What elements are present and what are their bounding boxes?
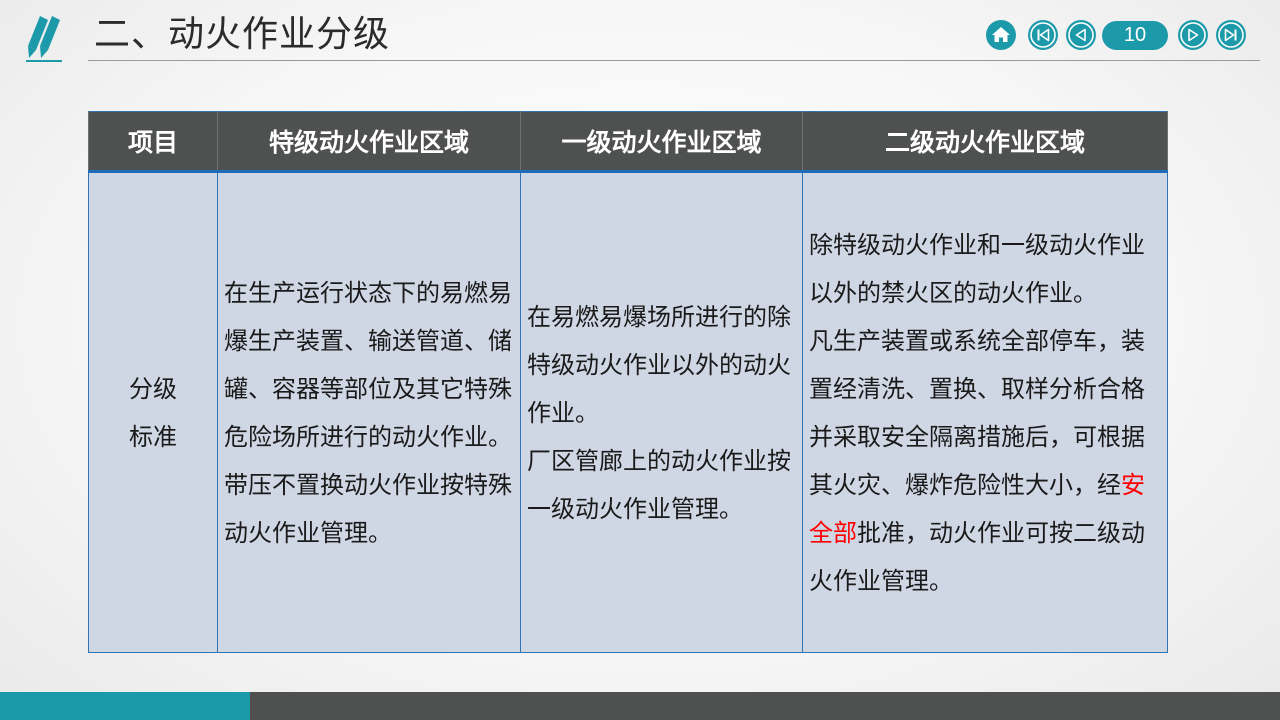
header-first-level-zone: 一级动火作业区域 (520, 111, 803, 173)
table-row: 分级 标准 在生产运行状态下的易燃易爆生产装置、输送管道、储罐、容器等部位及其它… (88, 171, 1168, 653)
cell-paragraph: 除特级动火作业和一级动火作业以外的禁火区的动火作业。 (809, 230, 1145, 307)
page-title: 二、动火作业分级 (94, 14, 391, 55)
title-divider (88, 60, 1260, 61)
next-page-icon[interactable] (1178, 20, 1208, 50)
home-icon[interactable] (986, 20, 1016, 50)
cell-paragraph: 在生产运行状态下的易燃易爆生产装置、输送管道、储罐、容器等部位及其它特殊危险场所… (224, 278, 512, 451)
grading-table: 项目 特级动火作业区域 一级动火作业区域 二级动火作业区域 分级 标准 在生产运… (88, 111, 1168, 653)
cell-text: 批准，动火作业可按二级动火作业管理。 (809, 518, 1145, 595)
slide: 二、动火作业分级 10 项目 特级动火作业区域 一级动火作业区域 二级动火作业区… (0, 0, 1280, 720)
cell-paragraph: 厂区管廊上的动火作业按一级动火作业管理。 (527, 446, 791, 523)
first-page-icon[interactable] (1028, 20, 1058, 50)
header-second-level-zone: 二级动火作业区域 (802, 111, 1168, 173)
previous-page-icon[interactable] (1066, 20, 1096, 50)
footer-bar (250, 692, 1280, 720)
special-zone-cell: 在生产运行状态下的易燃易爆生产装置、输送管道、储罐、容器等部位及其它特殊危险场所… (217, 171, 521, 653)
cell-paragraph: 带压不置换动火作业按特殊动火作业管理。 (224, 470, 512, 547)
cell-paragraph: 凡生产装置或系统全部停车，装置经清洗、置换、取样分析合格并采取安全隔离措施后，可… (809, 317, 1161, 605)
row-label-cell: 分级 标准 (88, 171, 218, 653)
pencil-logo-icon (26, 12, 66, 66)
cell-paragraph: 在易燃易爆场所进行的除特级动火作业以外的动火作业。 (527, 302, 791, 427)
table-header-row: 项目 特级动火作业区域 一级动火作业区域 二级动火作业区域 (88, 111, 1168, 173)
cell-text: 凡生产装置或系统全部停车，装置经清洗、置换、取样分析合格并采取安全隔离措施后，可… (809, 326, 1145, 499)
row-label-line: 标准 (129, 422, 177, 451)
footer-accent-bar (0, 692, 250, 720)
page-number: 10 (1102, 21, 1168, 50)
last-page-icon[interactable] (1216, 20, 1246, 50)
header-special-zone: 特级动火作业区域 (217, 111, 521, 173)
second-level-zone-cell: 除特级动火作业和一级动火作业以外的禁火区的动火作业。 凡生产装置或系统全部停车，… (802, 171, 1168, 653)
header-item: 项目 (88, 111, 218, 173)
first-level-zone-cell: 在易燃易爆场所进行的除特级动火作业以外的动火作业。 厂区管廊上的动火作业按一级动… (520, 171, 803, 653)
row-label-line: 分级 (129, 374, 177, 403)
